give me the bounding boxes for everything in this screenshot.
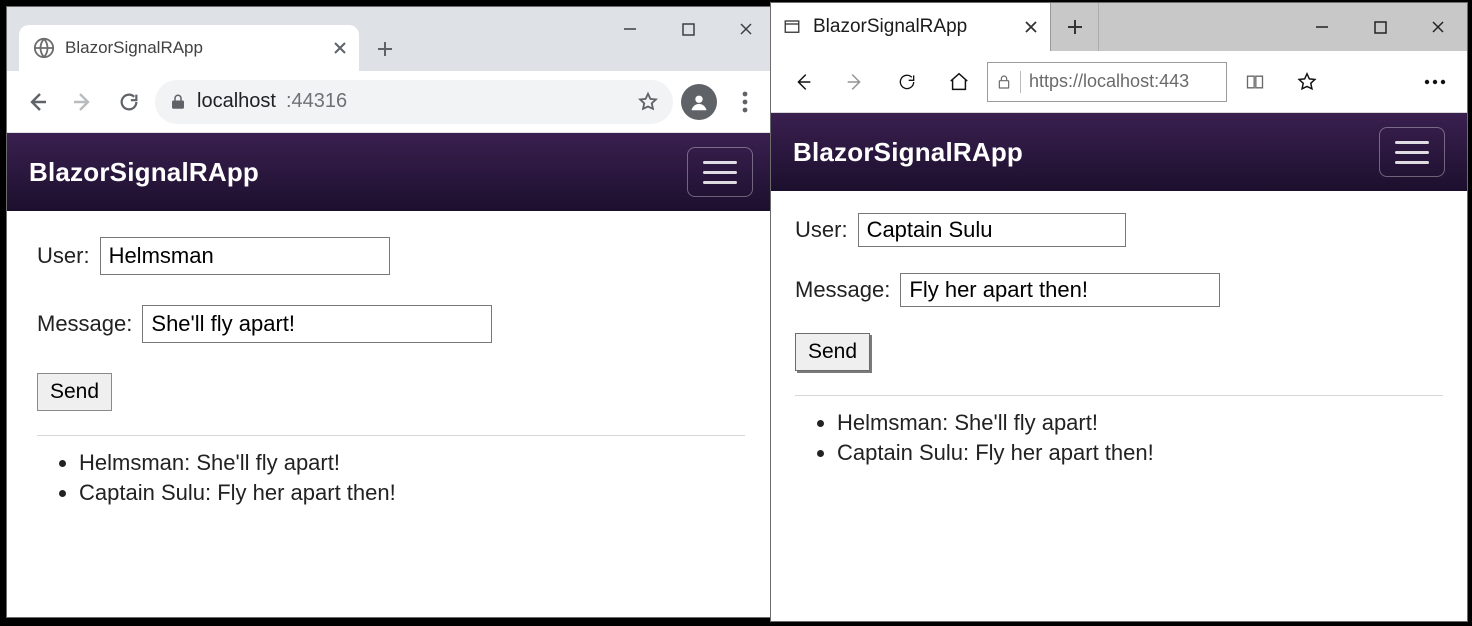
avatar-icon [681,84,717,120]
list-item: Captain Sulu: Fly her apart then! [79,480,745,506]
chrome-tab[interactable]: BlazorSignalRApp [19,25,359,71]
lock-icon [169,93,187,111]
edge-toolbar: https://localhost:443 [771,51,1467,113]
edge-tabstrip: BlazorSignalRApp [771,3,1467,51]
chrome-tabstrip: BlazorSignalRApp [7,7,775,71]
user-input[interactable] [858,213,1126,247]
hamburger-icon [1395,151,1429,154]
globe-icon [33,37,55,59]
hamburger-icon [703,171,737,174]
reading-view-icon[interactable] [1231,60,1279,104]
list-item: Helmsman: She'll fly apart! [837,410,1443,436]
page-content: User: Message: Send Helmsman: She'll fly… [771,191,1467,480]
message-input[interactable] [142,305,492,343]
page-icon [783,18,801,36]
divider [37,435,745,436]
kebab-menu-icon[interactable] [725,82,765,122]
message-label: Message: [795,277,890,303]
user-label: User: [37,243,90,269]
navbar-toggle[interactable] [687,147,753,197]
tab-title: BlazorSignalRApp [65,38,203,58]
star-icon[interactable] [1283,60,1331,104]
back-button[interactable] [779,60,827,104]
message-list: Helmsman: She'll fly apart! Captain Sulu… [819,410,1443,466]
close-icon[interactable] [1024,20,1038,34]
window-controls [1293,3,1467,51]
message-input[interactable] [900,273,1220,307]
reload-button[interactable] [883,60,931,104]
maximize-button[interactable] [659,7,717,51]
app-navbar: BlazorSignalRApp [7,133,775,211]
close-window-button[interactable] [1409,3,1467,51]
address-bar[interactable]: localhost :44316 [155,80,673,124]
new-tab-button[interactable] [367,31,403,67]
user-input[interactable] [100,237,390,275]
star-icon[interactable] [637,91,659,113]
lock-icon [996,74,1012,90]
profile-button[interactable] [679,82,719,122]
message-list: Helmsman: She'll fly apart! Captain Sulu… [61,450,745,506]
window-controls [601,7,775,51]
divider [795,395,1443,396]
message-label: Message: [37,311,132,337]
close-icon[interactable] [333,41,347,55]
url-text: https://localhost:443 [1029,71,1189,92]
chrome-toolbar: localhost :44316 [7,71,775,133]
minimize-button[interactable] [601,7,659,51]
address-bar[interactable]: https://localhost:443 [987,62,1227,102]
new-tab-button[interactable] [1051,3,1099,51]
user-label: User: [795,217,848,243]
minimize-button[interactable] [1293,3,1351,51]
maximize-button[interactable] [1351,3,1409,51]
close-window-button[interactable] [717,7,775,51]
url-host: localhost [197,90,276,113]
page-content: User: Message: Send Helmsman: She'll fly… [7,211,775,520]
home-button[interactable] [935,60,983,104]
reload-button[interactable] [109,82,149,122]
back-button[interactable] [17,82,57,122]
app-navbar: BlazorSignalRApp [771,113,1467,191]
list-item: Helmsman: She'll fly apart! [79,450,745,476]
send-button[interactable]: Send [37,373,112,411]
edge-window: BlazorSignalRApp [770,2,1468,622]
forward-button[interactable] [63,82,103,122]
navbar-brand[interactable]: BlazorSignalRApp [793,137,1023,168]
more-menu-icon[interactable] [1411,60,1459,104]
divider [1020,71,1021,93]
navbar-toggle[interactable] [1379,127,1445,177]
chrome-window: BlazorSignalRApp [6,6,776,618]
forward-button[interactable] [831,60,879,104]
url-port: :44316 [286,90,347,113]
tab-title: BlazorSignalRApp [813,16,967,38]
edge-tab[interactable]: BlazorSignalRApp [771,3,1051,51]
send-button[interactable]: Send [795,333,870,371]
list-item: Captain Sulu: Fly her apart then! [837,440,1443,466]
navbar-brand[interactable]: BlazorSignalRApp [29,157,259,188]
